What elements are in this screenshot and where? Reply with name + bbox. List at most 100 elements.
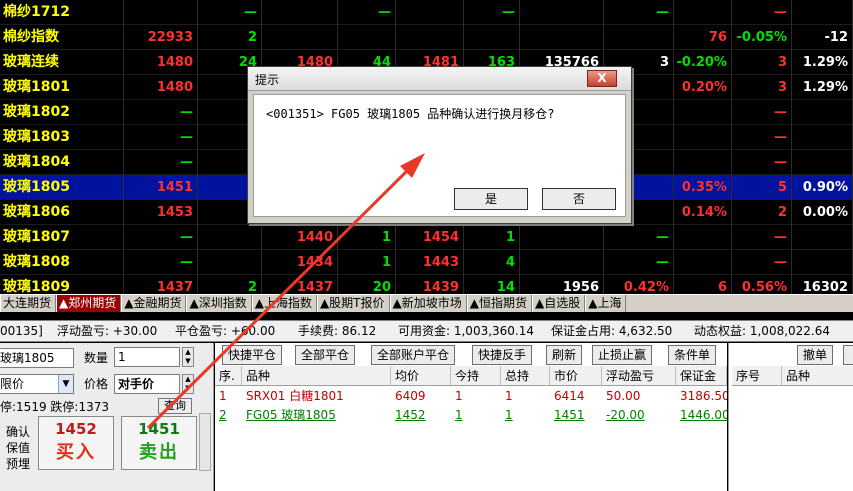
- quote-cell: [674, 100, 732, 125]
- quote-name: 玻璃1805: [0, 175, 124, 200]
- col-header-product[interactable]: 品种: [782, 366, 853, 386]
- tab-3[interactable]: ▲深圳指数: [186, 295, 252, 312]
- quote-cell: 16302: [792, 275, 853, 294]
- confirm-dialog: 提示 X <001351> FG05 玻璃1805 品种确认进行换月移仓? 是 …: [247, 66, 632, 224]
- cancel-order-button[interactable]: 撤单: [797, 345, 834, 365]
- cell-today-hold: 1: [455, 408, 463, 422]
- quote-name: 玻璃1806: [0, 200, 124, 225]
- quote-cell: [674, 150, 732, 175]
- margin-used: 保证金占用: 4,632.50: [551, 324, 673, 338]
- quote-cell: [124, 0, 198, 25]
- quantity-field[interactable]: 1: [114, 347, 180, 367]
- quote-cell: 76: [674, 25, 732, 50]
- col-header-float-pl[interactable]: 浮动盈亏: [602, 366, 676, 386]
- quote-row[interactable]: 玻璃1807—1440 1 1454 1— —: [0, 225, 853, 250]
- quote-cell: [674, 250, 732, 275]
- exchange-tabs: 大连期货 ▲郑州期货 ▲金融期货 ▲深圳指数 ▲上海指数 ▲股期T报价 ▲新加坡市场 ▲恒指期…: [0, 294, 853, 312]
- cell-market-price: 6414: [554, 389, 585, 403]
- col-header-seq[interactable]: 序号: [732, 366, 782, 386]
- float-pl: 浮动盈亏: +30.00: [57, 324, 158, 338]
- tab-2[interactable]: ▲金融期货: [121, 295, 187, 312]
- quote-cell: —: [124, 125, 198, 150]
- col-header-margin[interactable]: 保证金: [676, 366, 727, 386]
- col-header-index[interactable]: 序.: [215, 366, 242, 386]
- quote-cell: 1454: [396, 225, 464, 250]
- quote-cell: 1437: [124, 275, 198, 294]
- price-field[interactable]: 对手价: [114, 374, 180, 394]
- quote-cell: —: [124, 150, 198, 175]
- quote-cell: [338, 25, 396, 50]
- quote-cell: 1: [464, 225, 520, 250]
- quantity-stepper[interactable]: ▲ ▼: [182, 347, 194, 367]
- tab-5[interactable]: ▲股期T报价: [316, 295, 390, 312]
- quote-cell: —: [732, 100, 792, 125]
- quote-name: 棉纱1712: [0, 0, 124, 25]
- tab-1[interactable]: ▲郑州期货: [56, 295, 122, 312]
- col-header-market-price[interactable]: 市价: [550, 366, 602, 386]
- tab-0[interactable]: 大连期货: [0, 295, 57, 312]
- no-button[interactable]: 否: [542, 188, 616, 210]
- quote-cell: —: [604, 250, 674, 275]
- close-icon[interactable]: X: [587, 70, 617, 87]
- order-panel-scrollbar[interactable]: [199, 413, 211, 471]
- sell-button[interactable]: 1451 卖出: [121, 416, 197, 470]
- order-type-select[interactable]: 限价 ▼: [0, 374, 74, 394]
- quote-cell: 0.35%: [674, 175, 732, 200]
- orders-panel: 撤单 序号 品种: [728, 343, 853, 491]
- quote-cell: [520, 225, 604, 250]
- tab-6[interactable]: ▲新加坡市场: [389, 295, 467, 312]
- cell-market-price: 1451: [554, 408, 585, 422]
- order-type-value: 限价: [0, 377, 25, 391]
- price-stepper[interactable]: ▲ ▼: [182, 374, 194, 394]
- quote-row[interactable]: 玻璃1809 1437 2 1437 20 1439 14 1956 0.42% 6 0.56% 16…: [0, 275, 853, 294]
- quote-name: 棉纱指数: [0, 25, 124, 50]
- quote-cell: —: [732, 150, 792, 175]
- query-button[interactable]: 查询: [158, 398, 192, 414]
- quote-cell: [792, 225, 853, 250]
- cell-avg-price: 1452: [395, 408, 426, 422]
- tab-9[interactable]: ▲上海: [585, 295, 627, 312]
- quote-cell: 1.29%: [792, 75, 853, 100]
- toolbar-overflow-button[interactable]: [843, 345, 853, 365]
- quote-cell: —: [198, 0, 262, 25]
- refresh-button[interactable]: 刷新: [546, 345, 583, 365]
- quick-reverse-button[interactable]: 快捷反手: [472, 345, 533, 365]
- quote-cell: 1480: [124, 50, 198, 75]
- quote-cell: —: [124, 100, 198, 125]
- contract-field[interactable]: 玻璃1805: [0, 348, 74, 368]
- quote-cell: 0.20%: [674, 75, 732, 100]
- quote-name: 玻璃1803: [0, 125, 124, 150]
- col-header-today-hold[interactable]: 今持: [451, 366, 501, 386]
- yes-button[interactable]: 是: [454, 188, 528, 210]
- cell-margin: 3186.50: [680, 389, 727, 403]
- quote-row[interactable]: 棉纱指数 22933 2 76 -0.05% -12: [0, 25, 853, 50]
- quote-name: 玻璃连续: [0, 50, 124, 75]
- tab-8[interactable]: ▲自选股: [531, 295, 586, 312]
- col-header-avg-price[interactable]: 均价: [391, 366, 451, 386]
- quick-close-button[interactable]: 快捷平仓: [222, 345, 283, 365]
- chevron-down-icon[interactable]: ▼: [58, 375, 73, 393]
- stop-loss-button[interactable]: 止损止赢: [592, 345, 653, 365]
- quote-name: 玻璃1802: [0, 100, 124, 125]
- quote-cell: 5: [732, 175, 792, 200]
- col-header-contract[interactable]: 品种: [242, 366, 391, 386]
- quote-cell: [604, 25, 674, 50]
- tab-7[interactable]: ▲恒指期货: [466, 295, 532, 312]
- quote-name: 玻璃1808: [0, 250, 124, 275]
- conditional-order-button[interactable]: 条件单: [668, 345, 717, 365]
- quote-row[interactable]: 玻璃1808—1434 1 1443 4— —: [0, 250, 853, 275]
- cell-float-pl: 50.00: [606, 389, 641, 403]
- close-all-button[interactable]: 全部平仓: [295, 345, 356, 365]
- close-all-accounts-button[interactable]: 全部账户平仓: [371, 345, 456, 365]
- quote-cell: 1434: [262, 250, 338, 275]
- dialog-titlebar[interactable]: 提示 X: [248, 67, 631, 91]
- quote-row[interactable]: 棉纱1712 — — — — —: [0, 0, 853, 25]
- col-header-total-hold[interactable]: 总持: [501, 366, 550, 386]
- tab-4[interactable]: ▲上海指数: [251, 295, 317, 312]
- quote-cell: —: [732, 250, 792, 275]
- quote-cell: —: [604, 0, 674, 25]
- confirm-label: 确认: [6, 425, 31, 439]
- buy-button[interactable]: 1452 买入: [38, 416, 114, 470]
- quote-cell: 1440: [262, 225, 338, 250]
- buy-price: 1452: [55, 420, 97, 438]
